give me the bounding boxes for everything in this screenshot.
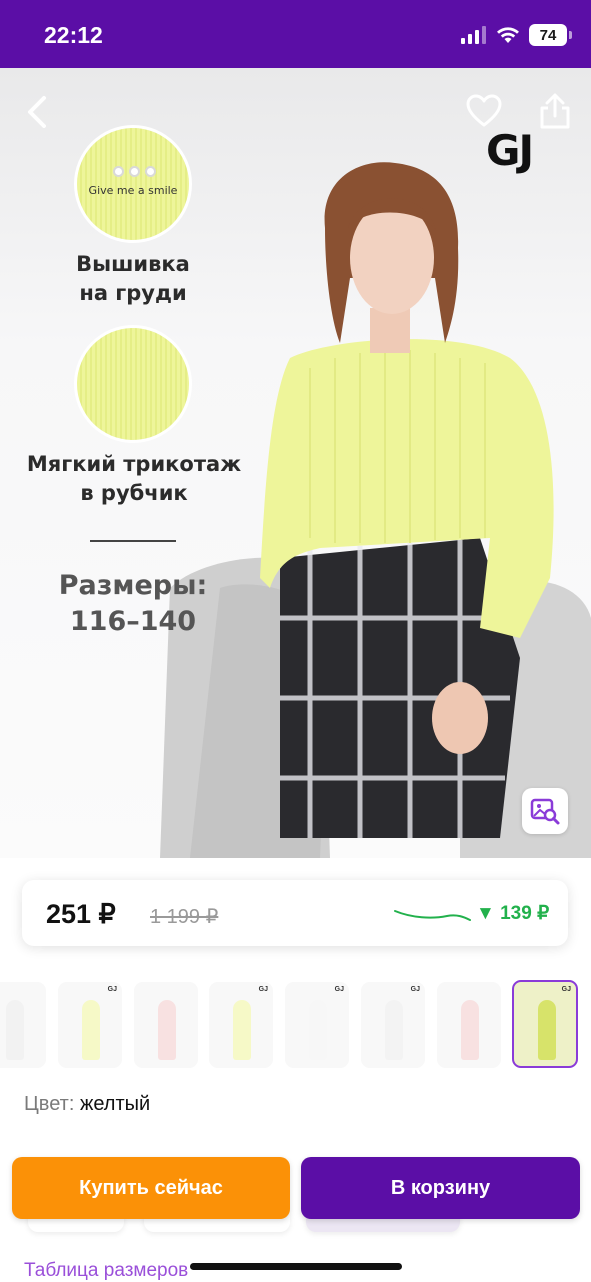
embroidery-text: Give me a smile <box>88 184 178 197</box>
thumbnail-selected[interactable]: GJ <box>512 980 578 1068</box>
flower-icon <box>113 166 156 177</box>
wifi-icon <box>497 27 519 43</box>
thumbnail-brand: GJ <box>410 986 420 993</box>
sizes-info: Размеры: 116–140 <box>58 570 208 637</box>
thumbnail-brand: GJ <box>107 986 117 993</box>
thumbnail[interactable]: GJ <box>209 982 273 1068</box>
color-value: желтый <box>79 1093 151 1115</box>
thumbnail-brand: GJ <box>334 986 344 993</box>
thumbnail[interactable] <box>437 982 501 1068</box>
product-image[interactable]: GJ Give me a smile Вышивка на груди Мягк… <box>0 68 591 858</box>
share-icon[interactable] <box>538 92 572 130</box>
status-icons: 74 <box>461 24 572 46</box>
price-current: 251 ₽ <box>46 899 116 929</box>
thumbnail[interactable]: GJ <box>361 982 425 1068</box>
thumbnail[interactable]: GJ <box>285 982 349 1068</box>
color-row: Цвет: желтый <box>24 1093 150 1116</box>
feature-label-embroidery: Вышивка на груди <box>76 252 190 305</box>
thumbnail-strip[interactable]: GJ GJ GJ GJ GJ <box>0 978 591 1070</box>
price-difference: ▼ 139 ₽ <box>476 903 550 924</box>
battery-icon: 74 <box>529 24 572 46</box>
color-label: Цвет: <box>24 1093 75 1115</box>
divider <box>90 540 176 542</box>
heart-icon[interactable] <box>466 94 502 128</box>
back-button[interactable] <box>20 92 60 132</box>
signal-icon <box>461 26 486 44</box>
brand-logo: GJ <box>486 126 534 175</box>
add-to-cart-button[interactable]: В корзину <box>301 1157 580 1219</box>
status-bar: 22:12 74 <box>0 0 591 68</box>
thumbnail[interactable] <box>0 982 46 1068</box>
thumbnail-brand: GJ <box>561 986 571 993</box>
buy-now-button[interactable]: Купить сейчас <box>12 1157 290 1219</box>
size-table-link[interactable]: Таблица размеров <box>24 1260 188 1282</box>
thumbnail-brand: GJ <box>258 986 268 993</box>
status-time: 22:12 <box>44 22 103 48</box>
thumbnail[interactable]: GJ <box>58 982 122 1068</box>
price-old: 1 199 ₽ <box>150 906 219 928</box>
battery-level: 74 <box>539 26 557 44</box>
thumbnail[interactable] <box>134 982 198 1068</box>
scribble-mark <box>394 910 471 921</box>
knit-detail-circle <box>77 328 189 440</box>
embroidery-detail-circle: Give me a smile <box>77 128 189 240</box>
home-indicator[interactable] <box>190 1263 402 1270</box>
visual-search-icon <box>530 798 560 825</box>
price-card: 251 ₽ 1 199 ₽ ▼ 139 ₽ <box>22 880 568 946</box>
visual-search-button[interactable] <box>522 788 568 834</box>
feature-label-knit: Мягкий трикотаж в рубчик <box>26 452 242 505</box>
